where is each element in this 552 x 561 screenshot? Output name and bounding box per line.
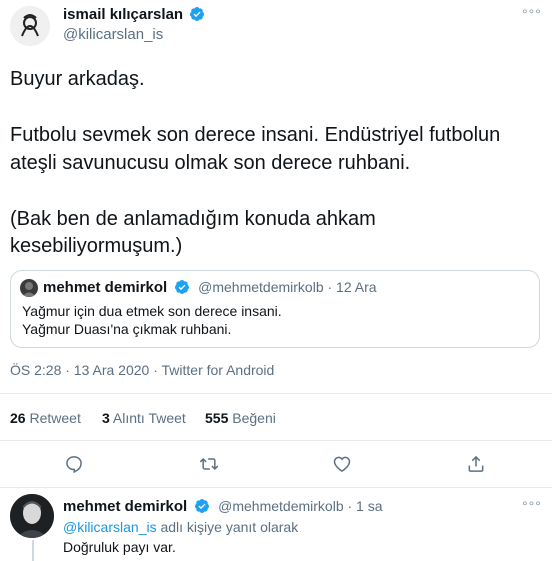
like-button[interactable] [330,452,354,476]
reply-avatar-image [10,494,54,538]
likes-count: 555 [205,410,229,426]
tweet-text-line-1: Buyur arkadaş. [10,68,145,90]
author-avatar[interactable] [10,6,50,46]
retweets-stat[interactable]: 26 Retweet [10,410,81,426]
divider [0,440,552,441]
tweet-text-line-5: kesebiliyormuşum.) [10,235,183,257]
retweet-icon [199,457,219,471]
thread-line [32,540,34,561]
quoted-tweet-card[interactable]: mehmet demirkol @mehmetdemirkolb · 12 Ar… [10,270,540,348]
likes-label: Beğeni [232,410,276,426]
more-options-button[interactable]: °°° [522,6,542,22]
share-button[interactable] [464,452,488,476]
replying-to-handle-link[interactable]: @kilicarslan_is [63,519,157,535]
reply-author-avatar[interactable] [10,494,54,538]
tweet-text-line-2: Futbolu sevmek son derece insani. Endüst… [10,124,501,146]
divider [0,487,552,488]
tweet-text-line-4: (Bak ben de anlamadığım konuda ahkam [10,208,376,230]
retweets-count: 26 [10,410,26,426]
quotes-stat[interactable]: 3 Alıntı Tweet [102,410,186,426]
author-name[interactable]: ismail kılıçarslan [63,6,205,23]
author-handle[interactable]: @kilicarslan_is [63,26,163,43]
avatar-image [10,6,50,46]
reply-handle-time[interactable]: @mehmetdemirkolb · 1 sa [218,498,382,514]
reply-button[interactable] [62,452,86,476]
reply-icon [66,456,82,474]
share-icon [468,455,484,472]
reply-text: Doğruluk payı var. [63,539,176,555]
reply-author-name[interactable]: mehmet demirkol [63,498,187,515]
quotes-label: Alıntı Tweet [112,410,186,426]
quoted-text-line-1: Yağmur için dua etmek son derece insani. [22,303,282,319]
reply-verified-icon [194,499,209,513]
quoted-author-name: mehmet demirkol [43,279,168,296]
tweet-timestamp[interactable]: ÖS 2:28 · 13 Ara 2020 · Twitter for Andr… [10,362,274,378]
divider [0,393,552,394]
verified-icon [190,7,205,21]
like-icon [333,456,351,472]
reply-more-options-button[interactable]: °°° [522,498,542,514]
replying-to-label: adlı kişiye yanıt olarak [160,519,299,535]
tweet-text-line-3: ateşli savunucusu olmak son derece ruhba… [10,152,411,174]
author-name-text[interactable]: ismail kılıçarslan [63,6,183,23]
quoted-text-line-2: Yağmur Duası'na çıkmak ruhbani. [22,321,232,337]
quoted-handle-date: @mehmetdemirkolb · 12 Ara [198,279,377,295]
retweets-label: Retweet [29,410,81,426]
likes-stat[interactable]: 555 Beğeni [205,410,276,426]
quotes-count: 3 [102,410,110,426]
retweet-button[interactable] [197,452,221,476]
quoted-avatar-image [22,282,36,297]
quoted-author-avatar [20,279,38,297]
quoted-verified-icon [174,280,189,294]
